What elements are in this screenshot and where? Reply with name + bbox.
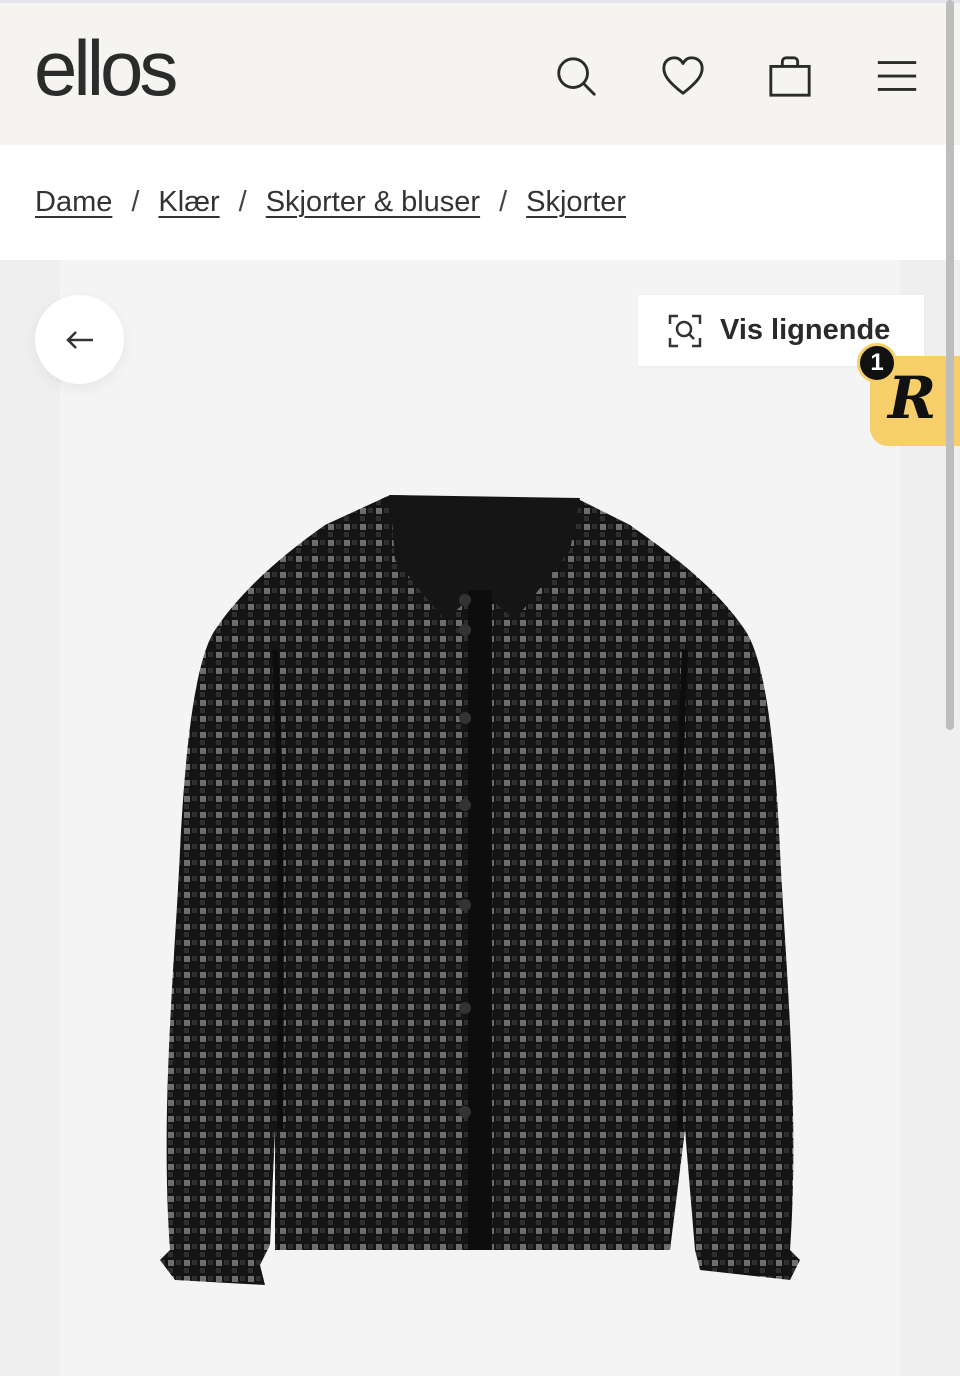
breadcrumb-skjorter[interactable]: Skjorter [526, 186, 626, 219]
breadcrumb-dame[interactable]: Dame [35, 186, 112, 219]
visual-search-icon [668, 314, 702, 347]
heart-icon[interactable] [658, 51, 708, 101]
product-image[interactable] [150, 490, 810, 1290]
breadcrumb-skjorter-bluser[interactable]: Skjorter & bluser [266, 186, 480, 219]
breadcrumb-separator: / [238, 186, 247, 218]
scrollbar[interactable] [946, 0, 954, 730]
ellos-logo[interactable]: ellos [34, 29, 178, 107]
breadcrumb-separator: / [499, 186, 508, 218]
arrow-left-icon [65, 330, 93, 349]
breadcrumb-klaer[interactable]: Klær [158, 186, 219, 219]
r-logo-icon: R [888, 364, 937, 432]
menu-icon[interactable] [872, 51, 922, 101]
site-header: ellos [0, 0, 960, 145]
notification-badge: 1 [857, 343, 897, 383]
breadcrumb-separator: / [131, 186, 140, 218]
bag-icon[interactable] [765, 51, 815, 101]
breadcrumb: Dame / Klær / Skjorter & bluser / Skjort… [0, 145, 960, 260]
show-similar-label: Vis lignende [720, 314, 891, 346]
back-button[interactable] [35, 295, 124, 384]
search-icon[interactable] [551, 51, 601, 101]
